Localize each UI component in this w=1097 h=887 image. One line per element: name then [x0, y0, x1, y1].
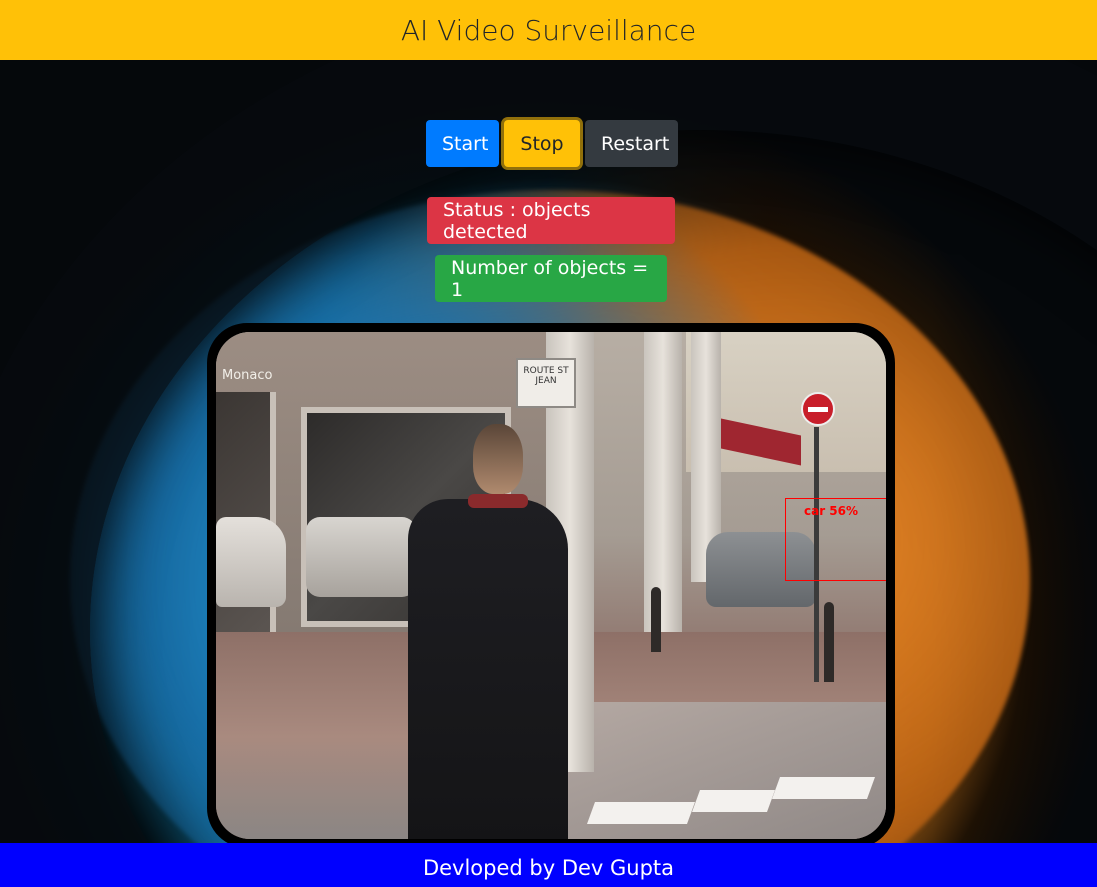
pedestrian-scarf — [468, 494, 528, 508]
street-sign: ROUTE ST JEAN — [516, 358, 576, 408]
detection-bounding-box: car 56% — [785, 498, 886, 581]
status-text: Status : objects detected — [443, 198, 591, 243]
crosswalk-stripe — [586, 802, 696, 824]
no-entry-sign-icon — [801, 392, 835, 426]
object-count-badge: Number of objects = 1 — [435, 255, 667, 302]
status-badge: Status : objects detected — [427, 197, 675, 244]
object-count-text: Number of objects = 1 — [451, 256, 649, 301]
control-buttons: Start Stop Restart — [426, 120, 678, 167]
crosswalk-stripe — [771, 777, 876, 799]
app-footer: Devloped by Dev Gupta — [0, 843, 1097, 887]
restart-button[interactable]: Restart — [585, 120, 678, 167]
app-header: AI Video Surveillance — [0, 0, 1097, 60]
stop-button[interactable]: Stop — [504, 120, 580, 167]
parked-car-left — [216, 517, 286, 607]
shop-name: Monaco — [222, 368, 273, 383]
pedestrian-coat — [408, 499, 568, 839]
footer-credit: Devloped by Dev Gupta — [422, 856, 675, 880]
video-frame: Monaco ROUTE ST JEAN car 56% — [207, 323, 895, 848]
crosswalk-stripe — [691, 790, 776, 812]
pedestrian-head — [473, 424, 523, 494]
video-feed[interactable]: Monaco ROUTE ST JEAN car 56% — [216, 332, 886, 839]
pillar — [644, 332, 682, 632]
detection-label: car 56% — [804, 504, 859, 518]
start-button[interactable]: Start — [426, 120, 499, 167]
page-title: AI Video Surveillance — [400, 13, 697, 47]
bollard — [651, 587, 661, 652]
bollard — [824, 602, 834, 682]
pedestrian — [388, 424, 568, 839]
